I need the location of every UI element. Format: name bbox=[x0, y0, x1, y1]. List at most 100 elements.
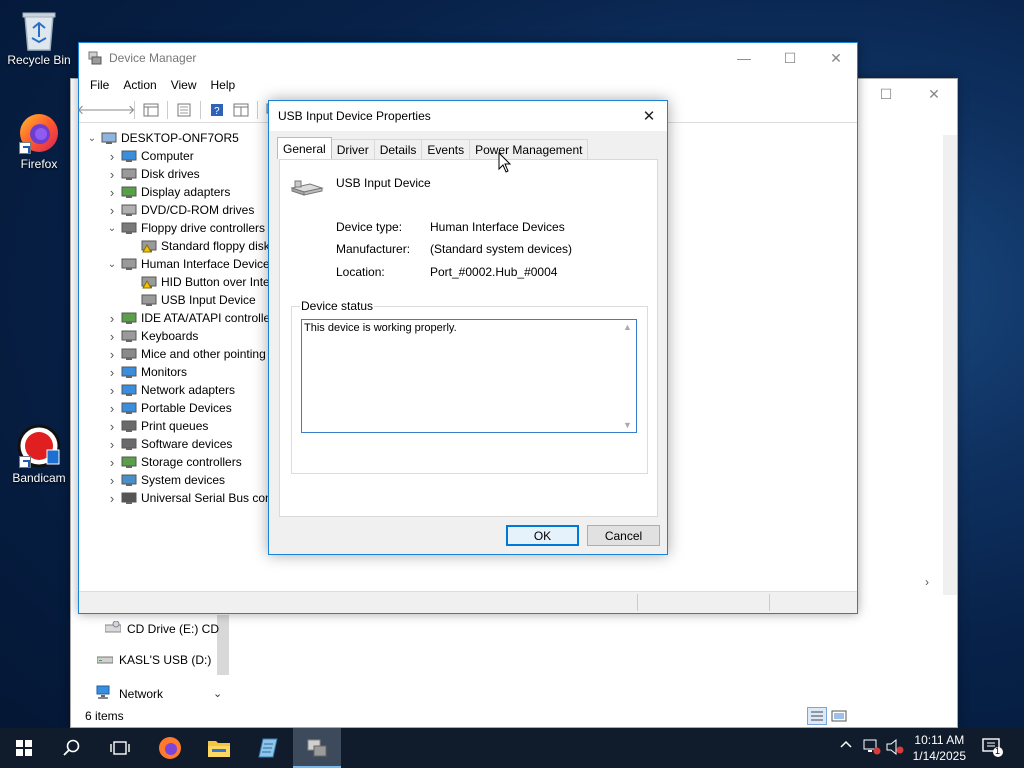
tree-item[interactable]: › Mice and other pointing bbox=[105, 345, 266, 363]
maximize-button[interactable]: ☐ bbox=[767, 43, 813, 73]
ok-button[interactable]: OK bbox=[506, 525, 579, 546]
large-icons-view-icon[interactable] bbox=[831, 709, 847, 726]
tree-item[interactable]: ⌄ DESKTOP-ONF7OR5 bbox=[85, 129, 239, 147]
dialog-title-bar[interactable]: USB Input Device Properties ✕ bbox=[269, 101, 667, 131]
tree-item[interactable]: › Network adapters bbox=[105, 381, 235, 399]
tree-item[interactable]: › Storage controllers bbox=[105, 453, 242, 471]
tree-item[interactable]: › Computer bbox=[105, 147, 194, 165]
nav-item-usb-drive[interactable]: KASL'S USB (D:) bbox=[96, 653, 211, 667]
tree-item[interactable]: › Disk drives bbox=[105, 165, 200, 183]
show-hidden-icons-icon[interactable] bbox=[840, 738, 852, 753]
close-button[interactable]: ✕ bbox=[911, 79, 957, 109]
scroll-right-icon[interactable]: › bbox=[925, 575, 929, 589]
taskbar-firefox[interactable] bbox=[146, 728, 194, 768]
tree-item[interactable]: ⌄ Floppy drive controllers bbox=[105, 219, 265, 237]
tree-item[interactable]: › DVD/CD-ROM drives bbox=[105, 201, 255, 219]
desktop-icon-label: Recycle Bin bbox=[7, 53, 71, 67]
tree-item[interactable]: › Portable Devices bbox=[105, 399, 232, 417]
tree-item[interactable]: › Display adapters bbox=[105, 183, 231, 201]
tree-item-label: IDE ATA/ATAPI controlle bbox=[141, 311, 271, 325]
tree-item[interactable]: › IDE ATA/ATAPI controlle bbox=[105, 309, 270, 327]
tree-item[interactable]: USB Input Device bbox=[125, 291, 256, 309]
menu-help[interactable]: Help bbox=[204, 74, 243, 96]
device-status-textbox[interactable]: This device is working properly. ▲ ▼ bbox=[301, 319, 637, 433]
tree-item[interactable]: › Universal Serial Bus cont bbox=[105, 489, 275, 507]
taskbar-device-manager[interactable] bbox=[293, 728, 341, 768]
volume-muted-icon[interactable] bbox=[886, 738, 904, 758]
show-hide-tree-icon[interactable] bbox=[140, 100, 162, 120]
scrollbar[interactable]: ▲ ▼ bbox=[619, 320, 636, 432]
notepad-icon bbox=[258, 738, 278, 758]
tab-general[interactable]: General bbox=[277, 137, 332, 159]
taskbar-clock[interactable]: 10:11 AM 1/14/2025 bbox=[913, 732, 966, 764]
view-icon[interactable] bbox=[230, 100, 252, 120]
tab-driver[interactable]: Driver bbox=[330, 139, 375, 159]
desktop: { "desktop": { "icons": [ {"label": "Rec… bbox=[0, 0, 1024, 768]
network-status-icon[interactable] bbox=[863, 739, 881, 758]
menu-view[interactable]: View bbox=[164, 74, 204, 96]
desktop-icon-bandicam[interactable]: Bandicam bbox=[1, 424, 77, 485]
chevron-right-icon[interactable]: › bbox=[105, 455, 119, 470]
tree-item[interactable]: › Software devices bbox=[105, 435, 233, 453]
tree-item[interactable]: › Print queues bbox=[105, 417, 209, 435]
tree-item[interactable]: › Keyboards bbox=[105, 327, 199, 345]
chevron-down-icon[interactable]: ⌄ bbox=[105, 259, 119, 270]
scroll-up-icon[interactable]: ▲ bbox=[623, 322, 632, 332]
chevron-right-icon[interactable]: › bbox=[105, 419, 119, 434]
taskbar: 10:11 AM 1/14/2025 1 bbox=[0, 728, 1024, 768]
chevron-right-icon[interactable]: › bbox=[105, 167, 119, 182]
nav-item-cd-drive[interactable]: CD Drive (E:) CD bbox=[104, 620, 219, 636]
chevron-down-icon[interactable]: ⌄ bbox=[213, 687, 222, 700]
tab-details[interactable]: Details bbox=[373, 139, 423, 159]
close-button[interactable]: ✕ bbox=[629, 101, 669, 131]
scroll-down-icon[interactable]: ▼ bbox=[623, 420, 632, 430]
desktop-icon-firefox[interactable]: Firefox bbox=[1, 110, 77, 171]
forward-arrow-icon[interactable]: 🡒 bbox=[101, 100, 136, 120]
desktop-icon-recycle-bin[interactable]: Recycle Bin bbox=[1, 6, 77, 67]
tree-item[interactable]: › Monitors bbox=[105, 363, 187, 381]
details-view-icon[interactable] bbox=[807, 707, 827, 725]
action-center-icon[interactable]: 1 bbox=[982, 738, 1004, 761]
chevron-down-icon[interactable]: ⌄ bbox=[105, 223, 119, 234]
properties-icon[interactable] bbox=[173, 100, 195, 120]
clock-time: 10:11 AM bbox=[914, 733, 965, 747]
search-button[interactable] bbox=[48, 728, 96, 768]
menu-file[interactable]: File bbox=[83, 74, 116, 96]
taskbar-notepad[interactable] bbox=[244, 728, 292, 768]
device-tree[interactable]: ⌄ DESKTOP-ONF7OR5 › Computer › Disk drives › Di… bbox=[79, 127, 279, 589]
folder-icon bbox=[208, 741, 230, 757]
taskbar-file-explorer[interactable] bbox=[195, 728, 243, 768]
scrollbar[interactable] bbox=[943, 135, 957, 595]
chevron-right-icon[interactable]: › bbox=[105, 365, 119, 380]
cancel-button[interactable]: Cancel bbox=[587, 525, 660, 546]
chevron-right-icon[interactable]: › bbox=[105, 347, 119, 362]
minimize-button[interactable]: — bbox=[721, 43, 767, 73]
menu-action[interactable]: Action bbox=[116, 74, 163, 96]
start-button[interactable] bbox=[0, 728, 48, 768]
tab-power-management[interactable]: Power Management bbox=[469, 139, 589, 159]
chevron-right-icon[interactable]: › bbox=[105, 149, 119, 164]
chevron-right-icon[interactable]: › bbox=[105, 401, 119, 416]
chevron-right-icon[interactable]: › bbox=[105, 311, 119, 326]
chevron-right-icon[interactable]: › bbox=[105, 203, 119, 218]
chevron-right-icon[interactable]: › bbox=[105, 329, 119, 344]
chevron-right-icon[interactable]: › bbox=[105, 473, 119, 488]
maximize-button[interactable]: ☐ bbox=[863, 79, 909, 109]
help-icon[interactable]: ? bbox=[206, 100, 228, 120]
usb-input-device-properties-dialog[interactable]: USB Input Device Properties ✕ General Dr… bbox=[268, 100, 668, 555]
nav-item-network[interactable]: Network bbox=[95, 685, 163, 702]
chevron-right-icon[interactable]: › bbox=[105, 383, 119, 398]
status-divider bbox=[637, 594, 638, 611]
chevron-right-icon[interactable]: › bbox=[105, 437, 119, 452]
tree-item[interactable]: HID Button over Inte bbox=[125, 273, 270, 291]
close-button[interactable]: ✕ bbox=[813, 43, 859, 73]
title-bar[interactable]: Device Manager — ☐ ✕ bbox=[79, 43, 857, 73]
chevron-down-icon[interactable]: ⌄ bbox=[85, 133, 99, 144]
chevron-right-icon[interactable]: › bbox=[105, 491, 119, 506]
task-view-button[interactable] bbox=[96, 728, 144, 768]
tab-events[interactable]: Events bbox=[421, 139, 471, 159]
tree-item[interactable]: Standard floppy disk bbox=[125, 237, 270, 255]
tree-item[interactable]: ⌄ Human Interface Device bbox=[105, 255, 270, 273]
chevron-right-icon[interactable]: › bbox=[105, 185, 119, 200]
tree-item[interactable]: › System devices bbox=[105, 471, 225, 489]
